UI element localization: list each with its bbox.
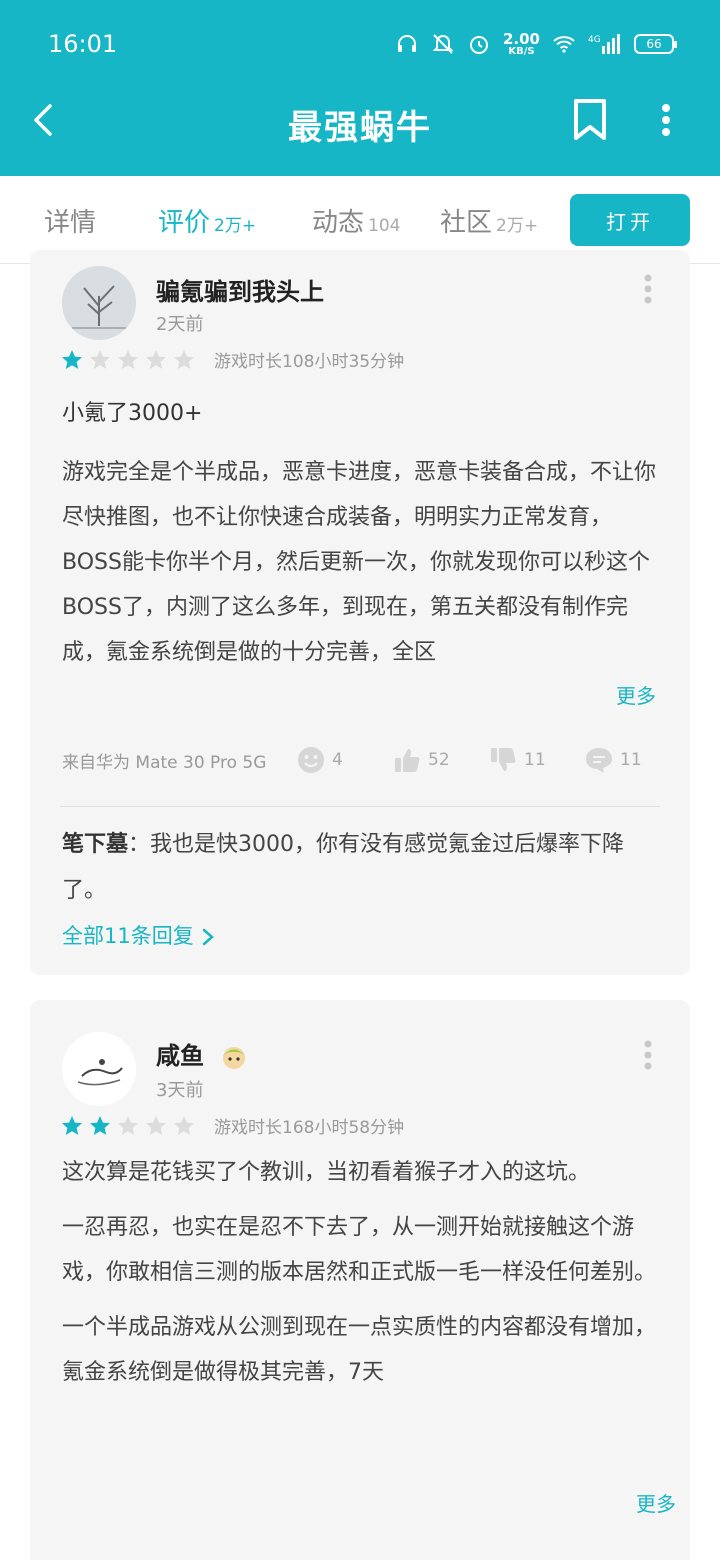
all-replies-link[interactable]: 全部11条回复 — [62, 920, 216, 950]
top-bar: 16:01 2.00 KB/S 4G 66 最强蜗牛 — [0, 0, 720, 176]
device-info: 来自华为 Mate 30 Pro 5G — [62, 752, 267, 773]
comment-icon — [586, 748, 612, 773]
review-card: 咸鱼 3天前 游戏时长168小时58分钟 这次算是花钱买了个教训，当初看着猴子才… — [30, 1000, 690, 1560]
comment-count: 11 — [620, 750, 642, 770]
expand-more-link[interactable]: 更多 — [586, 680, 656, 709]
battery-icon: 66 — [634, 34, 677, 54]
tab-community-label: 社区 — [440, 208, 493, 238]
alarm-icon — [467, 32, 491, 56]
tab-updates-label: 动态 — [312, 208, 365, 238]
star-icon — [90, 1115, 110, 1135]
chevron-right-icon — [203, 928, 215, 946]
like-button[interactable]: 52 — [392, 745, 488, 775]
review-card: 骗氪骗到我头上 2天前 游戏时长108小时35分钟 小氪了3000+ 游戏完全是… — [30, 250, 690, 975]
comment-button[interactable]: 11 — [584, 745, 642, 775]
tab-reviews[interactable]: 评价 2万+ — [158, 202, 256, 239]
reply-preview[interactable]: 笔下墓：我也是快3000，你有没有感觉氪金过后爆率下降了。 — [62, 822, 658, 914]
expand-more-link[interactable]: 更多 — [606, 1488, 676, 1517]
app-bar: 最强蜗牛 — [0, 88, 720, 176]
play-time: 游戏时长108小时35分钟 — [214, 352, 405, 372]
status-icons: 2.00 KB/S 4G 66 — [395, 29, 677, 57]
star-rating: 游戏时长168小时58分钟 — [60, 1113, 404, 1138]
avatar-badge-icon — [223, 1047, 246, 1069]
review-date: 3天前 — [156, 1080, 204, 1101]
review-body[interactable]: 这次算是花钱买了个教训，当初看着猴子才入的这坑。 一忍再忍，也实在是忍不下去了，… — [62, 1150, 658, 1510]
net-speed-value: 2.00 — [502, 29, 540, 48]
play-time: 游戏时长168小时58分钟 — [214, 1118, 405, 1138]
star-icon — [174, 349, 194, 369]
avatar[interactable] — [62, 266, 136, 340]
star-icon — [118, 1115, 138, 1135]
reply-author[interactable]: 笔下墓 — [62, 832, 128, 857]
review-username[interactable]: 骗氪骗到我头上 — [156, 272, 324, 307]
net-speed: 2.00 KB/S — [502, 29, 540, 57]
net-speed-unit: KB/S — [508, 45, 535, 57]
tab-updates[interactable]: 动态 104 — [312, 202, 400, 239]
funny-button[interactable]: 4 — [296, 745, 392, 775]
review-body[interactable]: 游戏完全是个半成品，恶意卡进度，恶意卡装备合成，不让你尽快推图，也不让你快速合成… — [62, 450, 658, 720]
page-title: 最强蜗牛 — [288, 108, 432, 148]
signal-icon: 4G — [588, 32, 622, 56]
smile-icon — [298, 747, 324, 773]
star-icon — [62, 349, 82, 369]
star-icon — [118, 349, 138, 369]
review-headline: 这次算是花钱买了个教训，当初看着猴子才入的这坑。 — [62, 1160, 591, 1185]
review-paragraph: 一忍再忍，也实在是忍不下去了，从一测开始就接触这个游戏，你敢相信三测的版本居然和… — [62, 1215, 657, 1285]
dislike-count: 11 — [524, 750, 546, 770]
divider — [60, 806, 660, 807]
tab-details[interactable]: 详情 — [44, 202, 96, 239]
tab-community-count: 2万+ — [496, 216, 539, 236]
tab-updates-count: 104 — [368, 216, 401, 236]
mute-icon — [431, 32, 455, 56]
star-icon — [146, 349, 166, 369]
star-icon — [62, 1115, 82, 1135]
review-username-text: 咸鱼 — [156, 1042, 204, 1070]
review-headline: 小氪了3000+ — [62, 401, 203, 426]
review-date: 2天前 — [156, 314, 204, 335]
review-paragraph: 游戏完全是个半成品，恶意卡进度，恶意卡装备合成，不让你尽快推图，也不让你快速合成… — [62, 460, 657, 665]
more-vertical-icon[interactable] — [652, 102, 680, 138]
star-rating: 游戏时长108小时35分钟 — [60, 347, 404, 372]
more-vertical-icon[interactable] — [642, 1040, 654, 1070]
avatar[interactable] — [62, 1032, 136, 1106]
funny-count: 4 — [332, 750, 343, 770]
star-icon — [90, 349, 110, 369]
bookmark-icon[interactable] — [570, 98, 610, 142]
thumbs-up-icon — [395, 749, 420, 772]
all-replies-label: 全部11条回复 — [62, 924, 194, 948]
like-count: 52 — [428, 750, 450, 770]
review-paragraph: 一个半成品游戏从公测到现在一点实质性的内容都没有增加，氪金系统倒是做得极其完善，… — [62, 1315, 657, 1385]
dislike-button[interactable]: 11 — [488, 745, 584, 775]
tab-details-label: 详情 — [44, 208, 97, 238]
reply-text: ：我也是快3000，你有没有感觉氪金过后爆率下降了。 — [62, 832, 625, 903]
headset-icon — [395, 32, 419, 56]
wifi-icon — [552, 32, 576, 56]
review-username[interactable]: 咸鱼 — [156, 1036, 248, 1071]
more-vertical-icon[interactable] — [642, 274, 654, 304]
star-icon — [146, 1115, 166, 1135]
thumbs-down-icon — [491, 748, 516, 771]
tab-reviews-label: 评价 — [158, 208, 211, 238]
star-icon — [174, 1115, 194, 1135]
status-time: 16:01 — [48, 30, 118, 58]
status-bar: 16:01 2.00 KB/S 4G 66 — [0, 0, 720, 88]
network-type: 4G — [588, 35, 601, 45]
open-button[interactable]: 打开 — [570, 194, 690, 246]
review-meta: 来自华为 Mate 30 Pro 5G 4 52 11 11 — [62, 744, 662, 776]
tab-reviews-count: 2万+ — [214, 216, 257, 236]
tab-community[interactable]: 社区 2万+ — [440, 202, 538, 239]
